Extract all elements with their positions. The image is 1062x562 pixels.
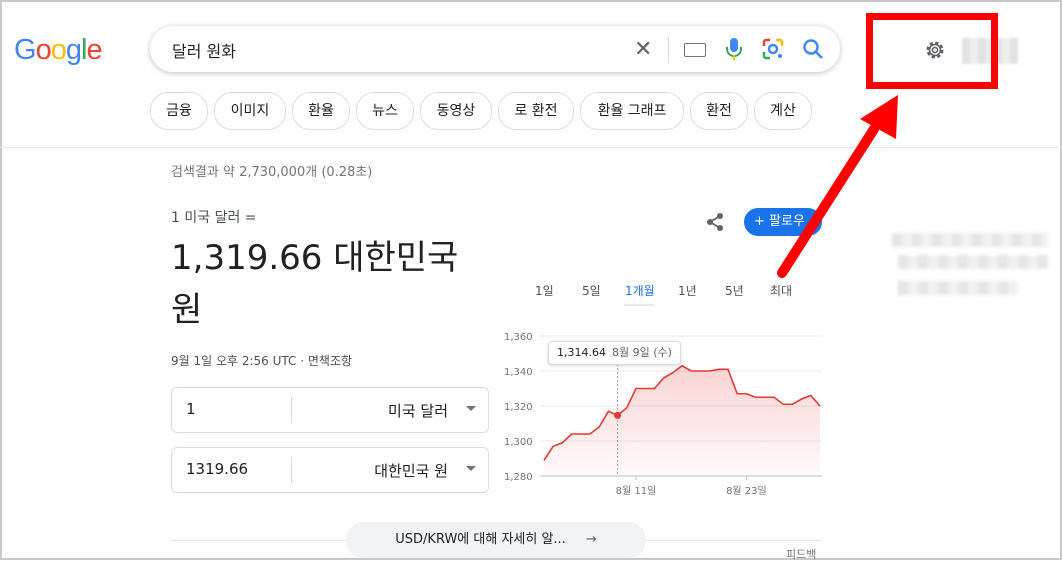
annotation-arrow [777, 95, 898, 278]
share-icon[interactable] [704, 211, 726, 233]
chevron-down-icon[interactable] [466, 406, 476, 411]
y-tick-label: 1,320 [504, 402, 533, 413]
to-currency-select[interactable]: 대한민국 원 [374, 460, 448, 481]
logo-letter: G [14, 34, 37, 66]
y-tick-label: 1,300 [504, 437, 533, 448]
result-stats: 검색결과 약 2,730,000개 (0.28초) [171, 165, 373, 180]
divider [668, 37, 669, 63]
from-currency-select[interactable]: 미국 달러 [388, 400, 448, 421]
chip-convert[interactable]: 로 환전 [498, 92, 574, 130]
tab-1m[interactable]: 1개월 [625, 282, 655, 299]
arrow-right-icon: → [585, 532, 597, 547]
chip-exchange[interactable]: 환전 [690, 92, 748, 130]
google-logo[interactable]: Google [14, 34, 103, 67]
y-tick-label: 1,280 [504, 472, 533, 483]
tooltip-value: 1,314.64 [557, 346, 606, 359]
more-about-button[interactable]: USD/KRW에 대해 자세히 알... → [346, 522, 646, 558]
from-amount-input[interactable]: 1 [186, 400, 196, 418]
blurred-text [898, 281, 1018, 295]
range-tab-indicator [624, 304, 654, 306]
chip-images[interactable]: 이미지 [214, 92, 286, 130]
search-icon[interactable] [802, 38, 824, 60]
to-currency-row: 1319.66 대한민국 원 [171, 447, 489, 493]
from-label: 1 미국 달러 = [171, 210, 257, 226]
blurred-side-panel [892, 233, 1052, 313]
chip-finance[interactable]: 금융 [150, 92, 208, 130]
chip-rate-graph[interactable]: 환율 그래프 [580, 92, 684, 130]
logo-letter: g [65, 34, 82, 66]
divider [291, 457, 292, 483]
keyboard-icon[interactable] [684, 43, 706, 57]
from-currency-row: 1 미국 달러 [171, 387, 489, 433]
tab-5y[interactable]: 5년 [725, 282, 744, 299]
microphone-icon[interactable] [726, 38, 742, 60]
logo-letter: o [50, 34, 67, 66]
y-tick-label: 1,360 [504, 332, 533, 343]
annotation-highlight-box [866, 13, 998, 89]
tab-1d[interactable]: 1일 [535, 282, 554, 299]
chip-videos[interactable]: 동영상 [420, 92, 492, 130]
hover-point [614, 411, 622, 419]
divider [291, 397, 292, 423]
to-amount-input[interactable]: 1319.66 [186, 460, 248, 478]
logo-letter: o [35, 34, 52, 66]
search-box[interactable]: 달러 원화 ✕ [150, 26, 840, 72]
timestamp: 9월 1일 오후 2:56 UTC · 면책조항 [171, 354, 353, 368]
search-input[interactable]: 달러 원화 [172, 38, 236, 62]
y-tick-label: 1,340 [504, 367, 533, 378]
tab-5d[interactable]: 5일 [582, 282, 601, 299]
x-tick-label: 8월 23일 [726, 485, 767, 497]
chevron-down-icon[interactable] [466, 466, 476, 471]
x-tick-label: 8월 11일 [616, 485, 657, 497]
tab-1y[interactable]: 1년 [678, 282, 697, 299]
area-fill [544, 365, 820, 476]
chip-news[interactable]: 뉴스 [356, 92, 414, 130]
logo-letter: e [86, 34, 102, 66]
chip-exchange-rate[interactable]: 환율 [292, 92, 350, 130]
more-about-label: USD/KRW에 대해 자세히 알... [395, 532, 566, 547]
tooltip-date: 8월 9일 (수) [611, 346, 672, 359]
chart-tooltip: 1,314.64 8월 9일 (수) [548, 341, 681, 365]
camera-lens-icon[interactable] [762, 38, 784, 60]
blurred-text [898, 255, 1048, 269]
blurred-text [892, 233, 1048, 247]
rate-value: 1,319.66 대한민국 원 [171, 238, 459, 330]
close-icon[interactable]: ✕ [634, 37, 652, 62]
